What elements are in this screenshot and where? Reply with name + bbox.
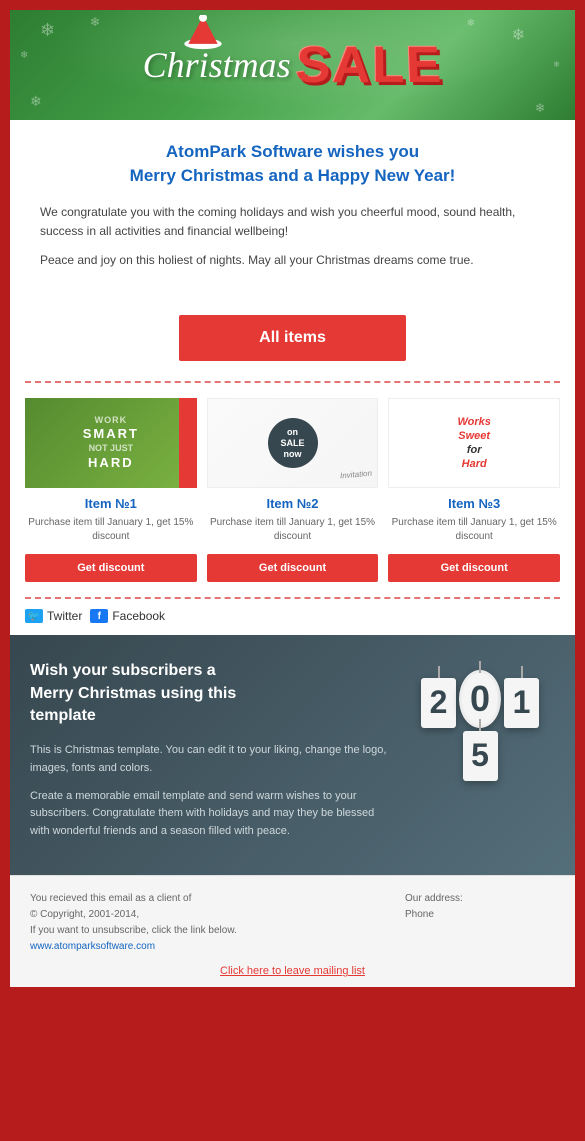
footer-section: You recieved this email as a client of ©… [10, 875, 575, 987]
snowflake-icon: ❄ [535, 101, 545, 115]
greeting-paragraph-1: We congratulate you with the coming holi… [40, 203, 545, 241]
cta-section: All items [10, 300, 575, 381]
product-image-1: WORK SMART NOT JUST HARD [25, 398, 197, 488]
footer-website-link: www.atomparksoftware.com [30, 939, 385, 955]
unsubscribe-link[interactable]: Click here to leave mailing list [30, 965, 555, 977]
snowflake-icon: ❄ [40, 20, 55, 41]
footer-phone-label: Phone [405, 907, 555, 923]
snowflake-icon: ❄ [90, 15, 100, 29]
email-container: ❄ ❄ ❄ ❄ ❄ ❄ ❄ ❄ Christmas SALE AtomPark … [10, 10, 575, 987]
snowflake-icon: ❄ [467, 18, 475, 29]
products-section: WORK SMART NOT JUST HARD Item №1 Purchas… [10, 383, 575, 597]
facebook-button[interactable]: f Facebook [90, 609, 165, 623]
promo-section: Wish your subscribers aMerry Christmas u… [10, 635, 575, 875]
twitter-button[interactable]: 🐦 Twitter [25, 609, 82, 623]
snowflake-icon: ❄ [20, 50, 28, 61]
promo-text-column: Wish your subscribers aMerry Christmas u… [30, 660, 395, 850]
christmas-text: Christmas [143, 44, 291, 86]
footer-left-column: You recieved this email as a client of ©… [30, 891, 385, 955]
promo-title: Wish your subscribers aMerry Christmas u… [30, 660, 395, 727]
promo-paragraph-1: This is Christmas template. You can edit… [30, 742, 395, 777]
footer-text-1: You recieved this email as a client of [30, 891, 385, 907]
year-digit-2: 2 [421, 678, 456, 728]
year-digit-1: 1 [504, 678, 539, 728]
product-card-3: WorksSweetforHard Item №3 Purchase item … [388, 398, 560, 582]
greeting-title: AtomPark Software wishes youMerry Christ… [40, 140, 545, 188]
footer-text-2: © Copyright, 2001-2014, [30, 907, 385, 923]
products-grid: WORK SMART NOT JUST HARD Item №1 Purchas… [25, 398, 560, 582]
snowflake-icon: ❄ [553, 60, 560, 69]
social-section: 🐦 Twitter f Facebook [10, 599, 575, 635]
promo-paragraph-2: Create a memorable email template and se… [30, 788, 395, 841]
promo-year-display: 2 0 1 5 [405, 660, 555, 790]
greeting-paragraph-2: Peace and joy on this holiest of nights.… [40, 251, 545, 270]
all-items-button[interactable]: All items [179, 315, 406, 361]
twitter-label: Twitter [47, 609, 82, 623]
snowflake-icon: ❄ [512, 25, 525, 45]
santa-hat-icon [183, 15, 223, 50]
product-image-3: WorksSweetforHard [388, 398, 560, 488]
works-text: WorksSweetforHard [457, 415, 490, 472]
product-card-2: onSALEnow Item №2 Purchase item till Jan… [207, 398, 379, 582]
greeting-section: AtomPark Software wishes youMerry Christ… [10, 120, 575, 300]
product-card-1: WORK SMART NOT JUST HARD Item №1 Purchas… [25, 398, 197, 582]
twitter-icon: 🐦 [25, 609, 43, 623]
header-banner: ❄ ❄ ❄ ❄ ❄ ❄ ❄ ❄ Christmas SALE [10, 10, 575, 120]
facebook-icon: f [90, 609, 108, 623]
facebook-label: Facebook [112, 609, 165, 623]
product-3-name: Item №3 [388, 496, 560, 511]
product-2-discount-button[interactable]: Get discount [207, 554, 379, 582]
product-3-desc: Purchase item till January 1, get 15% di… [388, 516, 560, 544]
sale-text: SALE [294, 36, 445, 95]
product-image-2: onSALEnow [207, 398, 379, 488]
product-1-desc: Purchase item till January 1, get 15% di… [25, 516, 197, 544]
sale-circle: onSALEnow [268, 418, 318, 468]
footer-right-column: Our address: Phone [405, 891, 555, 955]
product-3-discount-button[interactable]: Get discount [388, 554, 560, 582]
footer-address-label: Our address: [405, 891, 555, 907]
footer-text-3: If you want to unsubscribe, click the li… [30, 923, 385, 939]
year-digit-5: 5 [463, 731, 498, 781]
footer-columns: You recieved this email as a client of ©… [30, 891, 555, 955]
outer-wrapper: ❄ ❄ ❄ ❄ ❄ ❄ ❄ ❄ Christmas SALE AtomPark … [0, 0, 585, 997]
snowflake-icon: ❄ [30, 93, 42, 110]
product-2-desc: Purchase item till January 1, get 15% di… [207, 516, 379, 544]
product-2-name: Item №2 [207, 496, 379, 511]
product-1-discount-button[interactable]: Get discount [25, 554, 197, 582]
product-1-name: Item №1 [25, 496, 197, 511]
